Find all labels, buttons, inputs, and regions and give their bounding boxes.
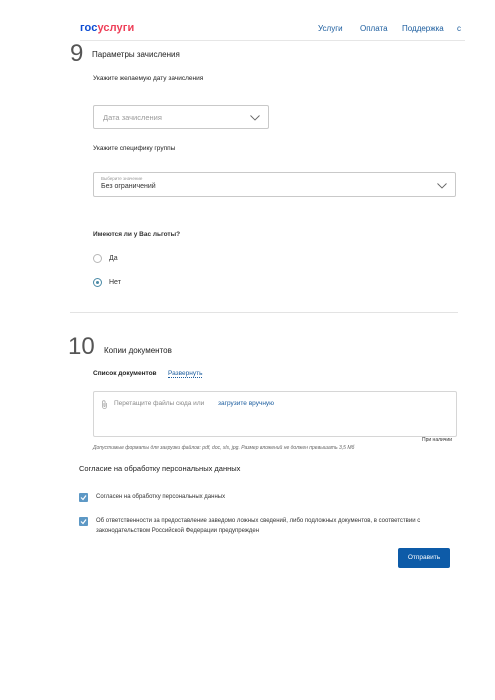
- group-select[interactable]: Выберите значение Без ограничений: [93, 172, 456, 197]
- gosuslugi-logo[interactable]: госуслуги: [80, 22, 134, 34]
- nav-extra[interactable]: с: [457, 24, 461, 33]
- group-select-value: Без ограничений: [101, 183, 156, 190]
- radio-no-label: Нет: [109, 279, 121, 286]
- section-10-title: Копии документов: [104, 346, 172, 355]
- nav-services[interactable]: Услуги: [318, 24, 343, 33]
- upload-manually-link[interactable]: загрузите вручную: [218, 400, 274, 407]
- date-label: Укажите желаемую дату зачисления: [93, 75, 204, 82]
- nav-payment[interactable]: Оплата: [360, 24, 388, 33]
- consent-title: Согласие на обработку персональных данны…: [79, 464, 241, 473]
- chevron-down-icon: [250, 115, 260, 121]
- nav-support[interactable]: Поддержка: [402, 24, 444, 33]
- formats-note: Допустимые форматы для загрузки файлов: …: [93, 445, 355, 451]
- consent-checkbox-1[interactable]: [79, 493, 88, 502]
- date-placeholder: Дата зачисления: [103, 113, 162, 122]
- radio-yes[interactable]: [93, 254, 102, 263]
- file-dropzone[interactable]: Перетащите файлы сюда или загрузите вруч…: [93, 391, 457, 437]
- consent-checkbox-2[interactable]: [79, 517, 88, 526]
- checkmark-icon: [80, 519, 87, 525]
- paperclip-icon: [102, 400, 107, 409]
- expand-link[interactable]: Развернуть: [168, 370, 203, 378]
- side-note: При наличии: [422, 437, 452, 443]
- date-select[interactable]: Дата зачисления: [93, 105, 269, 129]
- consent-label-2: Об ответственности за предоставление зав…: [96, 518, 421, 534]
- radio-yes-label: Да: [109, 255, 118, 262]
- checkmark-icon: [80, 495, 87, 501]
- logo-part-2: услуги: [97, 22, 135, 34]
- consent-label-1: Согласен на обработку персональных данны…: [96, 494, 226, 500]
- dropzone-text: Перетащите файлы сюда или: [114, 400, 205, 407]
- doc-list-label: Список документов: [93, 370, 157, 377]
- group-label: Укажите специфику группы: [93, 145, 176, 152]
- header-divider: [80, 40, 465, 41]
- section-divider: [70, 312, 458, 313]
- step-number-10: 10: [68, 333, 95, 360]
- logo-part-1: гос: [80, 22, 98, 34]
- chevron-down-icon: [437, 183, 447, 189]
- group-select-caption: Выберите значение: [101, 176, 143, 181]
- step-number-9: 9: [70, 40, 84, 67]
- benefits-question: Имеются ли у Вас льготы?: [93, 231, 181, 238]
- submit-button[interactable]: Отправить: [398, 548, 450, 568]
- section-9-title: Параметры зачисления: [92, 50, 180, 59]
- radio-no[interactable]: [93, 278, 102, 287]
